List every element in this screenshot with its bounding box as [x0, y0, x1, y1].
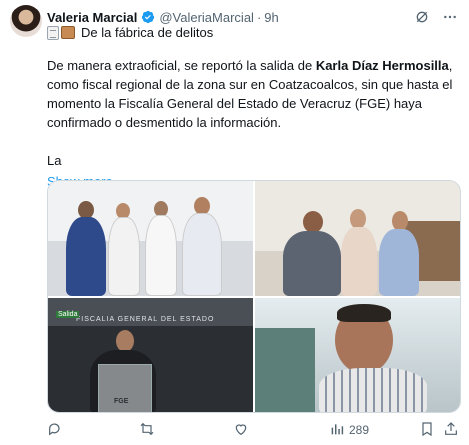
author-name[interactable]: Valeria Marcial [47, 10, 137, 25]
page-emoji-icon [47, 25, 59, 40]
action-bar: 289 [47, 420, 461, 440]
subtitle-text: De la fábrica de delitos [81, 25, 214, 40]
reply-button[interactable] [47, 421, 63, 440]
photo-group-indoor[interactable] [48, 181, 253, 296]
tweet-body: De manera extraoficial, se reportó la sa… [47, 56, 462, 191]
photo-group-office[interactable] [255, 181, 460, 296]
photo-speaker-podium[interactable]: FISCALIA GENERAL DEL ESTADO Salida FGE [48, 298, 253, 412]
views-button[interactable]: 289 [329, 421, 369, 440]
reply-icon [47, 421, 63, 440]
like-button[interactable] [233, 421, 249, 440]
package-emoji-icon [61, 26, 75, 39]
share-button[interactable] [443, 421, 459, 440]
repost-button[interactable] [139, 421, 155, 440]
bookmark-icon [419, 421, 435, 440]
repost-icon [139, 421, 155, 440]
exit-sign-text: Salida [56, 311, 80, 318]
heart-icon [233, 421, 249, 440]
author-handle[interactable]: @ValeriaMarcial [159, 10, 254, 25]
tweet-time[interactable]: 9h [264, 10, 278, 25]
fge-sign-text: FISCALIA GENERAL DEL ESTADO [76, 316, 215, 323]
author-avatar[interactable] [10, 5, 42, 37]
tweet-subtitle: De la fábrica de delitos [47, 25, 213, 40]
verified-badge-icon [141, 10, 155, 24]
tweet-text: De manera extraoficial, se reportó la sa… [47, 58, 453, 130]
views-count: 289 [349, 423, 370, 437]
bookmark-button[interactable] [419, 421, 435, 440]
tweet-bold-name: Karla Díaz Hermosilla [315, 58, 449, 73]
views-chart-icon [329, 421, 345, 440]
media-grid: FISCALIA GENERAL DEL ESTADO Salida FGE [47, 180, 461, 413]
grok-icon[interactable] [413, 8, 431, 26]
tweet-header: Valeria Marcial @ValeriaMarcial · 9h [47, 8, 459, 26]
more-options-icon[interactable] [441, 8, 459, 26]
share-icon [443, 421, 459, 440]
podium-label: FGE [114, 398, 129, 405]
tweet-trailing-text: La [47, 153, 62, 168]
photo-selfie[interactable] [255, 298, 460, 412]
separator-dot: · [256, 9, 262, 25]
